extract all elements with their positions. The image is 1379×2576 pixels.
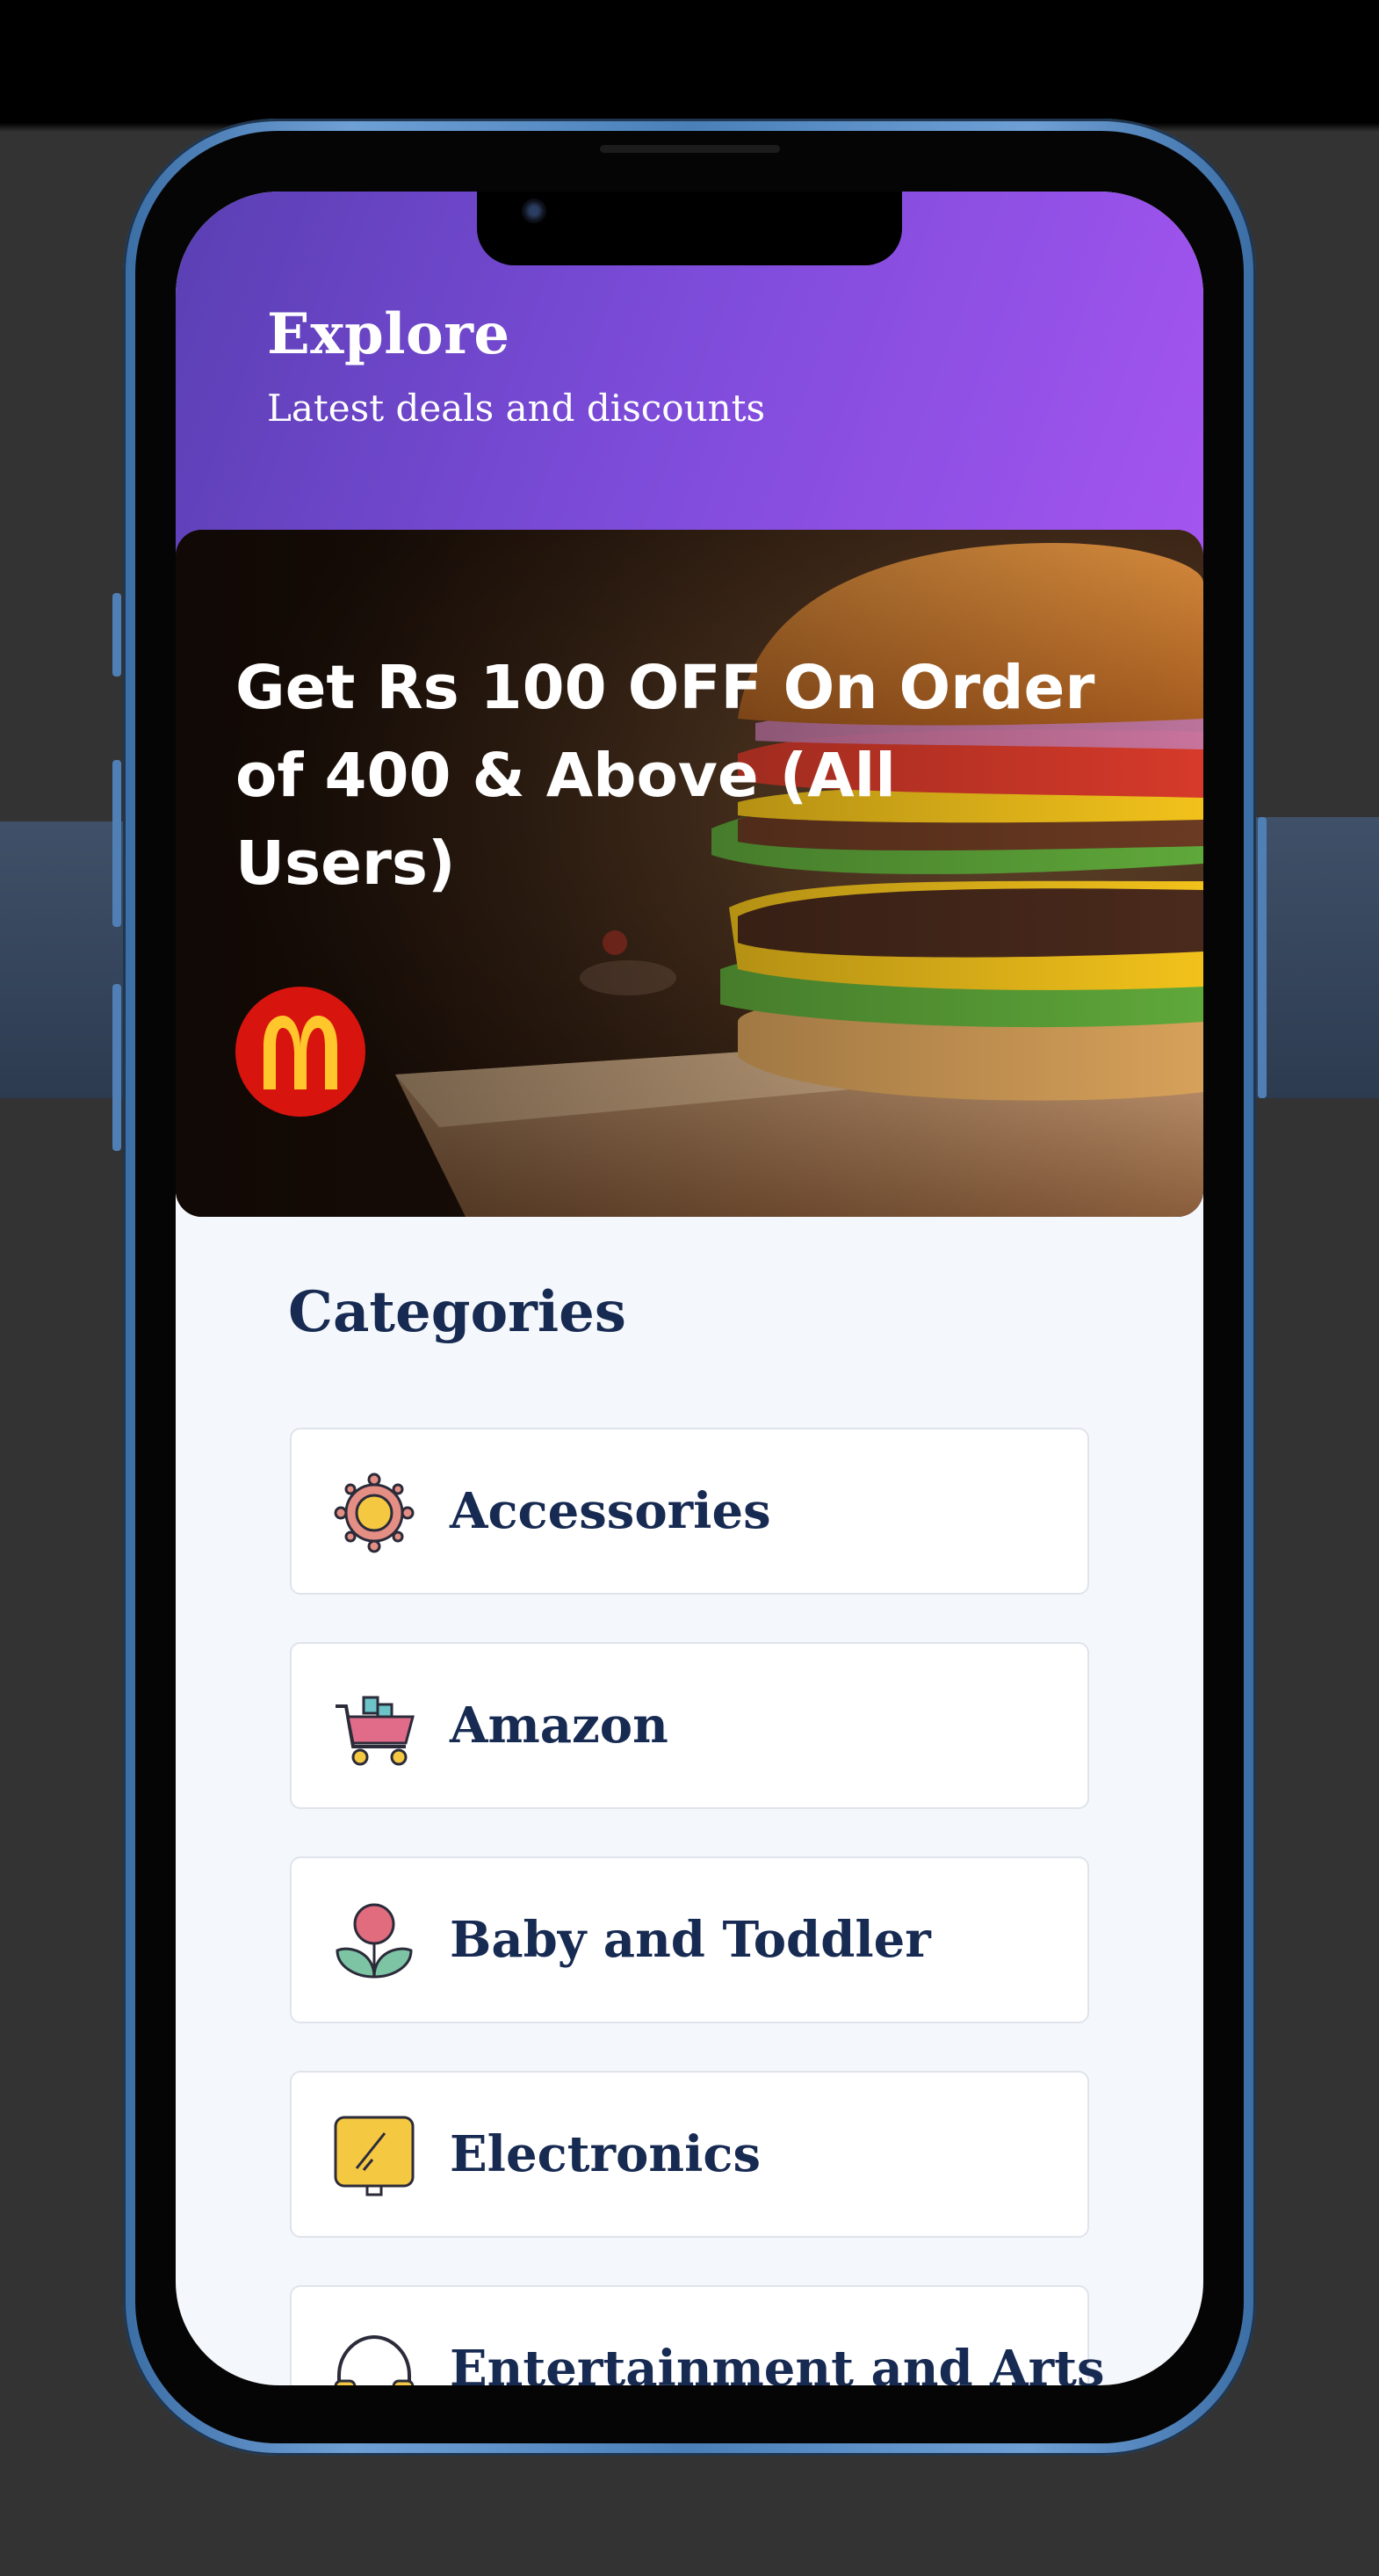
category-label: Entertainment and Arts [450, 2340, 1105, 2385]
volume-up-button [112, 760, 121, 927]
silent-switch [112, 593, 121, 677]
mcdonalds-logo [235, 987, 365, 1117]
flower-icon [336, 1903, 413, 1979]
category-electronics[interactable]: Electronics [290, 2071, 1089, 2238]
category-accessories[interactable]: Accessories [290, 1428, 1089, 1595]
category-label: Amazon [450, 1697, 668, 1755]
category-baby-and-toddler[interactable]: Baby and Toddler [290, 1856, 1089, 2023]
sun-wheel-icon [334, 1473, 415, 1553]
category-amazon[interactable]: Amazon [290, 1642, 1089, 1809]
app-screen: Explore Latest deals and discounts Get R… [176, 192, 1203, 2385]
golden-arches-icon [264, 1016, 337, 1089]
category-label: Accessories [450, 1482, 771, 1540]
category-label: Electronics [450, 2125, 762, 2183]
shopping-cart-icon [336, 1696, 415, 1766]
categories-heading: Categories [288, 1279, 626, 1345]
volume-down-button [112, 984, 121, 1151]
category-label: Baby and Toddler [450, 1911, 931, 1969]
front-camera [522, 199, 546, 223]
headphones-icon [334, 2334, 415, 2385]
deal-banner[interactable]: Get Rs 100 OFF On Order of 400 & Above (… [176, 530, 1203, 1217]
category-entertainment-and-arts[interactable]: Entertainment and Arts [290, 2285, 1105, 2385]
tablet-icon [334, 2116, 415, 2196]
backdrop-band-right [1252, 817, 1379, 1098]
page-title: Explore [267, 301, 510, 367]
power-button [1258, 817, 1267, 1098]
earpiece-speaker [600, 145, 780, 153]
page-subtitle: Latest deals and discounts [267, 387, 766, 430]
deal-title: Get Rs 100 OFF On Order of 400 & Above (… [235, 653, 1095, 899]
